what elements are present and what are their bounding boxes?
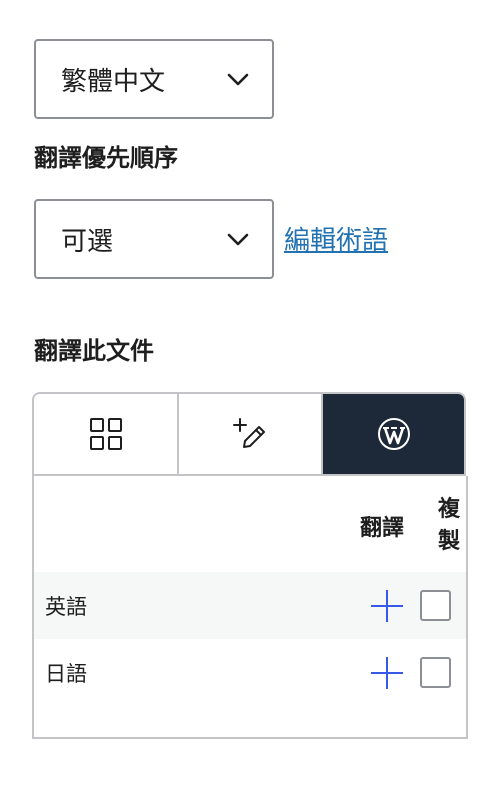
tab-wordpress[interactable] (321, 394, 464, 474)
language-name: 英語 (45, 594, 87, 619)
tab-overview[interactable] (34, 394, 177, 474)
table-row: 日語 (34, 639, 466, 706)
translation-panel: 繁體中文 翻譯優先順序 可選 編輯術語 翻譯此文件 翻譯 複製 英語 日語 (0, 0, 480, 792)
column-header-translate: 翻譯 (360, 516, 405, 541)
priority-select-value: 可選 (61, 226, 114, 257)
language-select-value: 繁體中文 (61, 66, 166, 97)
plus-icon[interactable] (370, 656, 404, 690)
plus-icon[interactable] (370, 589, 404, 623)
language-select[interactable]: 繁體中文 (34, 39, 274, 119)
tab-translate-editor[interactable] (177, 394, 321, 474)
duplicate-checkbox[interactable] (420, 657, 451, 688)
translate-tabs (32, 392, 466, 476)
edit-glossary-link[interactable]: 編輯術語 (284, 220, 388, 257)
wordpress-icon (377, 418, 410, 450)
duplicate-checkbox[interactable] (420, 590, 451, 621)
chevron-down-icon (227, 73, 249, 86)
translate-panel: 翻譯 複製 英語 日語 (32, 392, 468, 739)
translate-document-label: 翻譯此文件 (34, 337, 154, 365)
priority-label: 翻譯優先順序 (34, 144, 178, 172)
table-row: 英語 (34, 572, 466, 639)
priority-select[interactable]: 可選 (34, 199, 274, 279)
language-name: 日語 (45, 661, 87, 686)
chevron-down-icon (227, 233, 249, 246)
column-header-duplicate: 複製 (438, 497, 461, 554)
pencil-plus-icon (233, 418, 265, 448)
grid-icon (89, 418, 122, 450)
translations-table: 翻譯 複製 英語 日語 (32, 476, 468, 739)
